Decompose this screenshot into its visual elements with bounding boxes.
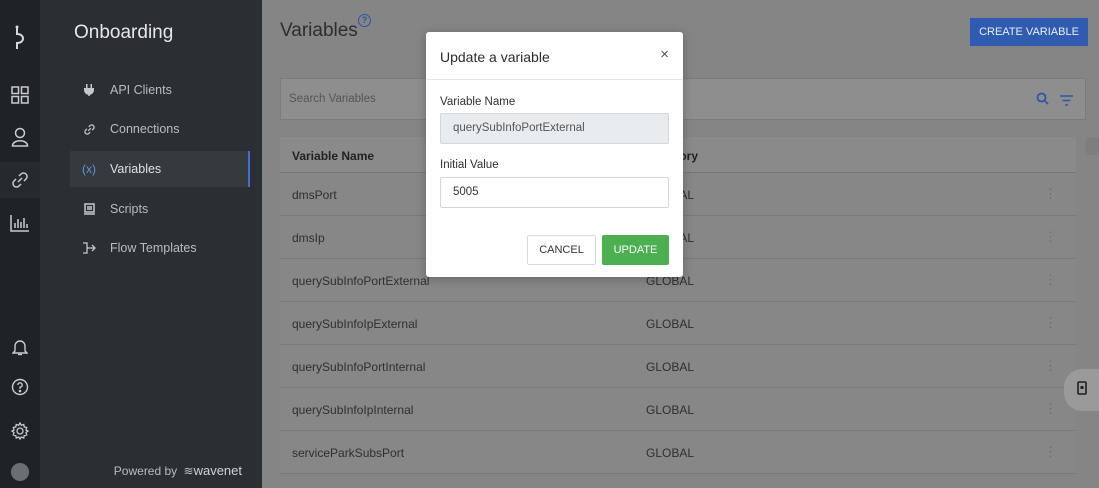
powered-by-text: Powered by <box>113 464 178 478</box>
sidebar-item-connections[interactable]: Connections <box>70 111 250 147</box>
settings-icon[interactable] <box>0 416 40 446</box>
variable-name: querySubInfoPortInternal <box>292 360 426 374</box>
search-bar[interactable]: Search Variables <box>280 78 1086 120</box>
link-icon[interactable] <box>0 162 40 198</box>
avatar[interactable] <box>0 457 40 487</box>
sidebar-item-label: Scripts <box>110 202 149 216</box>
close-icon[interactable]: × <box>660 46 669 63</box>
powered-by: Powered by ≋wavenet <box>40 463 262 478</box>
user-icon[interactable] <box>0 122 40 152</box>
sidebar-item-label: Variables <box>110 162 162 176</box>
logo-icon[interactable] <box>0 20 40 56</box>
script-icon <box>78 203 100 215</box>
sidebar-item-flow-templates[interactable]: Flow Templates <box>70 230 250 266</box>
search-input[interactable]: Search Variables <box>289 93 376 105</box>
variable-name: dmsPort <box>292 188 337 202</box>
table-row[interactable]: querySubInfoIpExternal GLOBAL ⋮ <box>280 302 1076 345</box>
variable-category: GLOBAL <box>646 360 695 374</box>
search-icon[interactable] <box>1036 92 1049 110</box>
cancel-button[interactable]: CANCEL <box>527 235 596 265</box>
icon-rail <box>0 0 40 488</box>
variable-category: GLOBAL <box>646 446 695 460</box>
table-row[interactable]: querySubInfoPortInternal GLOBAL ⋮ <box>280 345 1076 388</box>
dashboard-icon[interactable] <box>0 80 40 110</box>
brand-name: wavenet <box>193 463 242 478</box>
sidebar-item-label: Flow Templates <box>110 241 197 255</box>
more-vert-icon[interactable]: ⋮ <box>1044 186 1057 202</box>
more-vert-icon[interactable]: ⋮ <box>1044 229 1057 245</box>
app-title: Onboarding <box>74 22 174 43</box>
sidebar-item-scripts[interactable]: Scripts <box>70 191 250 227</box>
create-variable-button[interactable]: CREATE VARIABLE <box>970 18 1088 46</box>
variable-name-field: querySubInfoPortExternal <box>440 113 669 144</box>
variable-name: querySubInfoIpExternal <box>292 317 418 331</box>
variable-category: GLOBAL <box>646 317 695 331</box>
variable-name: querySubInfoPortExternal <box>292 274 430 288</box>
variable-name: dmsIp <box>292 231 325 245</box>
variable-icon: (x) <box>82 162 96 176</box>
help-icon[interactable]: ? <box>358 14 371 27</box>
sidebar: Onboarding API Clients Connections (x) V… <box>40 0 262 488</box>
update-variable-dialog: Update a variable × Variable Name queryS… <box>426 32 683 277</box>
page-title: Variables <box>280 20 358 41</box>
plug-icon <box>78 84 100 96</box>
more-vert-icon[interactable]: ⋮ <box>1044 358 1057 374</box>
variable-category: GLOBAL <box>646 403 695 417</box>
column-header-name[interactable]: Variable Name <box>292 149 374 163</box>
initial-value-label: Initial Value <box>440 159 499 171</box>
side-widget[interactable] <box>1064 369 1099 411</box>
wave-icon: ≋ <box>183 464 194 478</box>
sidebar-item-variables[interactable]: (x) Variables <box>70 151 250 187</box>
table-row[interactable]: querySubInfoIpInternal GLOBAL ⋮ <box>280 388 1076 431</box>
help-circle-icon[interactable] <box>0 372 40 402</box>
more-vert-icon[interactable]: ⋮ <box>1044 444 1057 460</box>
variable-name: querySubInfoIpInternal <box>292 403 414 417</box>
link-icon <box>78 123 100 136</box>
table-row[interactable]: serviceParkSubsPort GLOBAL ⋮ <box>280 431 1076 474</box>
update-button[interactable]: UPDATE <box>602 235 669 265</box>
more-vert-icon[interactable]: ⋮ <box>1044 272 1057 288</box>
variable-name: serviceParkSubsPort <box>292 446 405 460</box>
sidebar-item-label: Connections <box>110 122 180 136</box>
dialog-title: Update a variable <box>440 49 550 65</box>
more-vert-icon[interactable]: ⋮ <box>1044 315 1057 331</box>
tablet-icon <box>1076 380 1087 400</box>
variable-name-label: Variable Name <box>440 96 516 108</box>
analytics-icon[interactable] <box>0 208 40 238</box>
filter-icon[interactable] <box>1060 93 1073 111</box>
bell-icon[interactable] <box>0 332 40 362</box>
sidebar-item-api-clients[interactable]: API Clients <box>70 72 250 108</box>
more-vert-icon[interactable]: ⋮ <box>1044 401 1057 417</box>
initial-value-field[interactable]: 5005 <box>440 177 669 208</box>
scrollbar[interactable] <box>1085 137 1099 155</box>
dialog-header: Update a variable × <box>426 32 683 80</box>
flow-icon <box>78 242 100 254</box>
sidebar-item-label: API Clients <box>110 83 172 97</box>
